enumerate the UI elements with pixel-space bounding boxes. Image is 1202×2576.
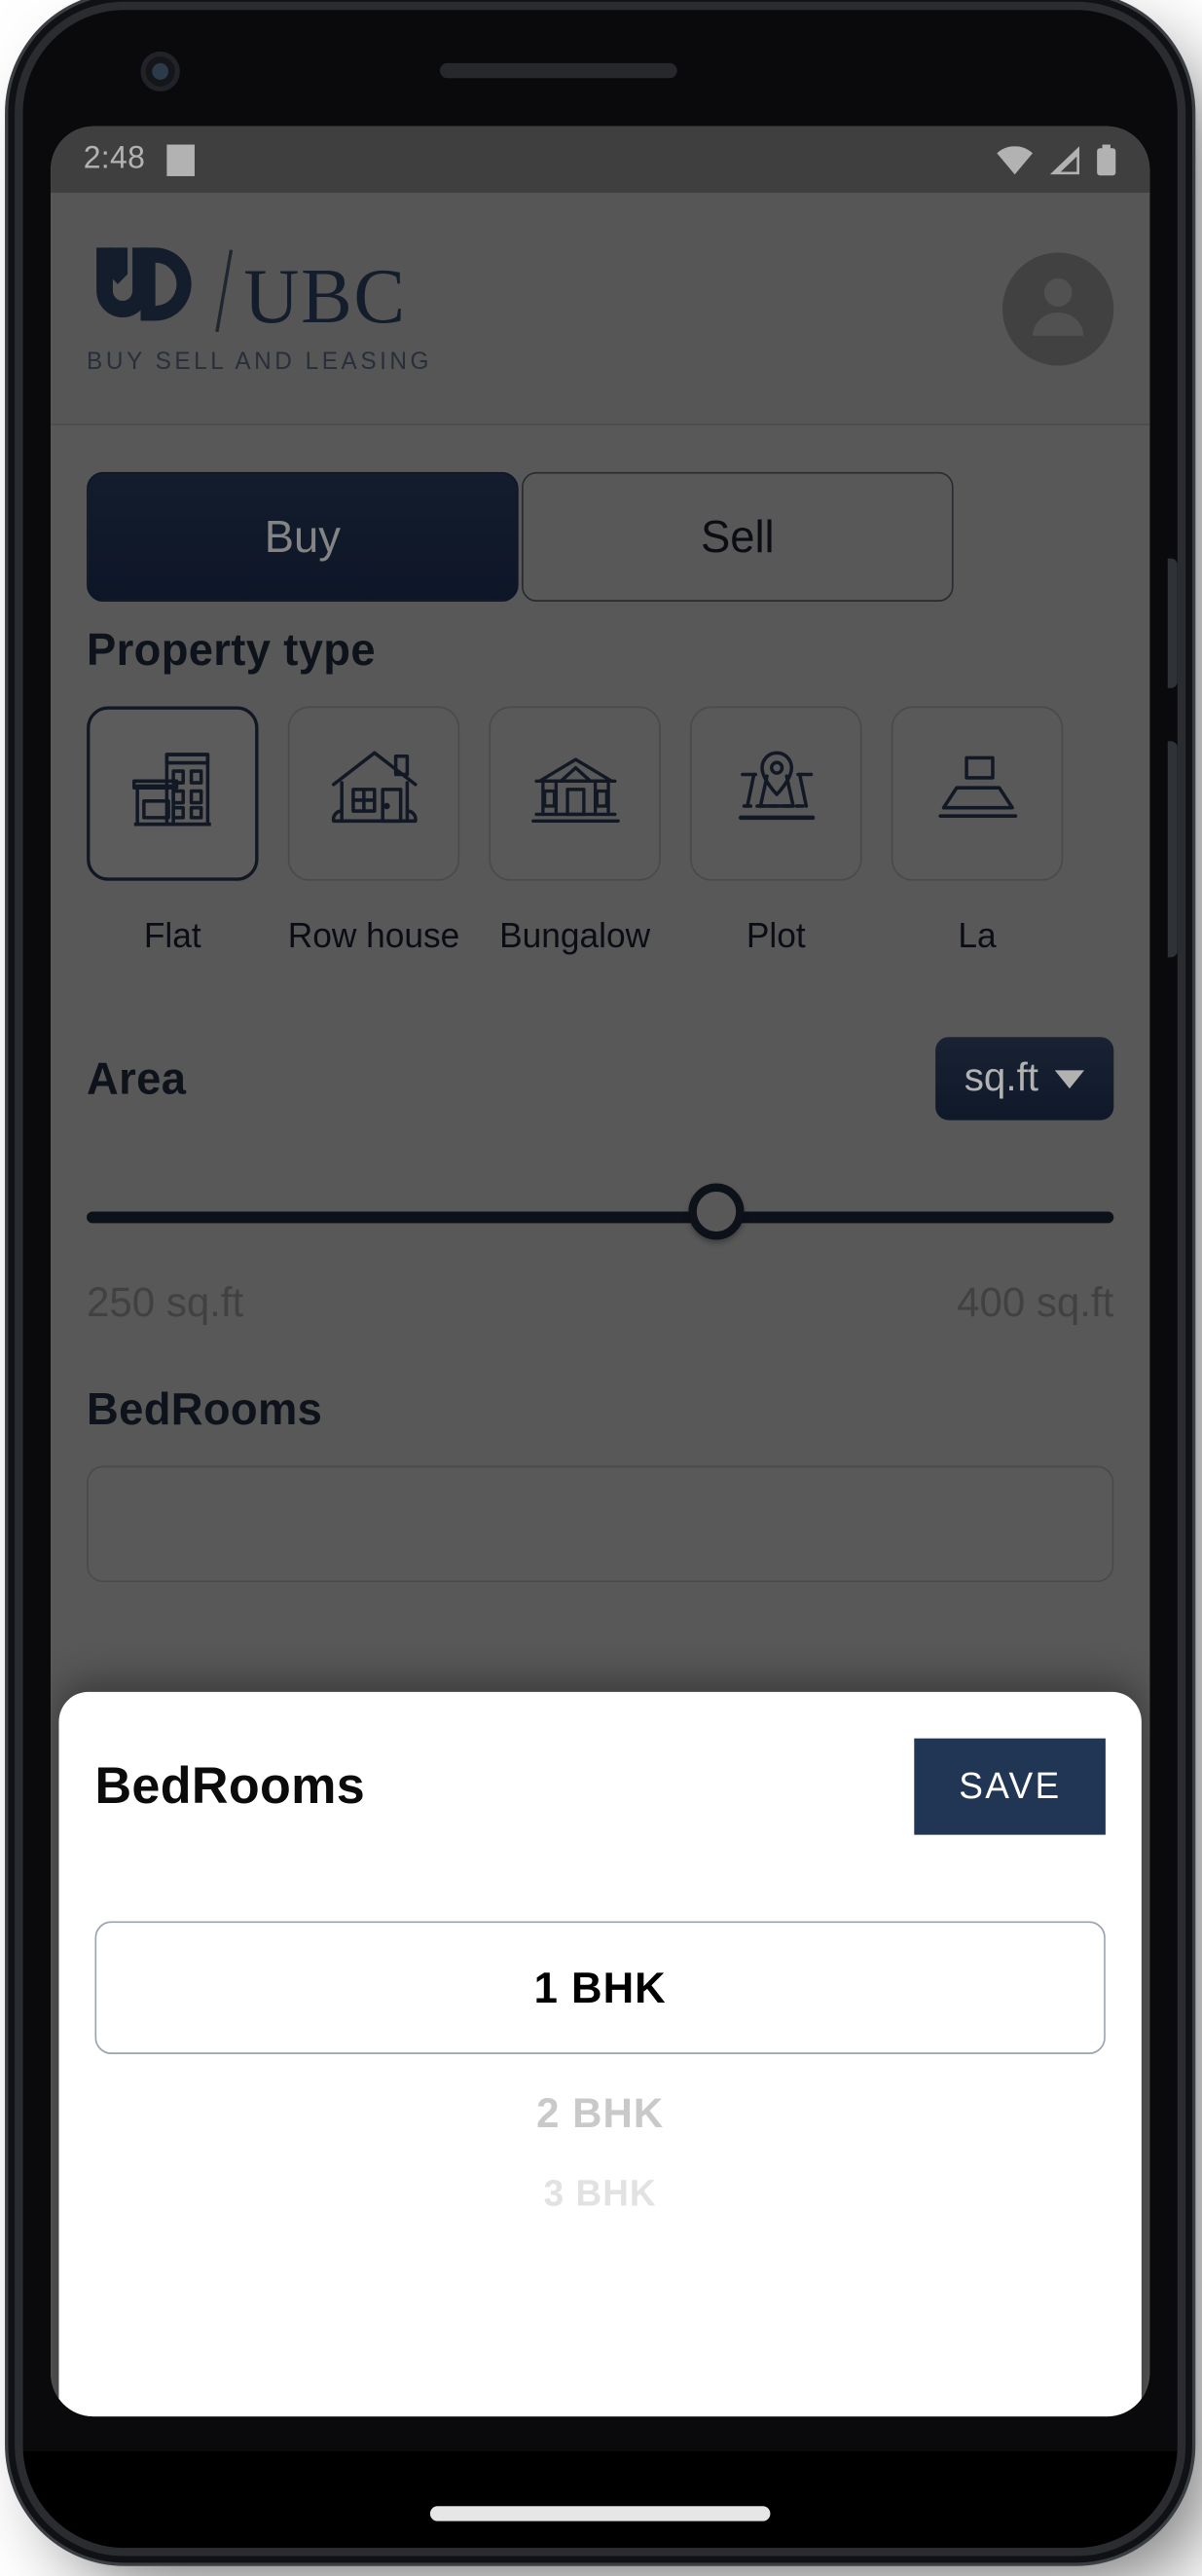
property-type-land-label: La: [958, 917, 997, 956]
land-icon: [927, 738, 1028, 849]
area-unit-dropdown[interactable]: sq.ft: [934, 1037, 1114, 1121]
property-type-bungalow[interactable]: Bungalow: [489, 706, 661, 958]
property-type-plot[interactable]: Plot: [690, 706, 862, 958]
status-icons-group: [996, 143, 1117, 175]
chevron-down-icon: [1054, 1069, 1085, 1088]
slider-track[interactable]: [87, 1211, 1114, 1224]
bedrooms-picker-wheel[interactable]: 1 BHK 2 BHK 3 BHK: [94, 1921, 1106, 2303]
bedrooms-bottom-sheet: BedRooms SAVE 1 BHK 2 BHK 3 BHK: [58, 1691, 1142, 2417]
property-type-land-box[interactable]: [891, 706, 1064, 881]
power-button[interactable]: [1167, 558, 1178, 688]
app-header: UBC BUY SELL AND LEASING: [51, 193, 1150, 426]
property-type-row-house-box[interactable]: [287, 706, 460, 881]
bedrooms-field[interactable]: [87, 1465, 1114, 1583]
area-max-value: 400 sq.ft: [957, 1279, 1114, 1327]
property-type-bungalow-box[interactable]: [489, 706, 661, 881]
bedrooms-title: BedRooms: [87, 1384, 323, 1435]
brand-divider: [215, 249, 234, 333]
device-scaler: 2:48 UBC BUY SELL AND LEASING Buy Sell P…: [0, 0, 1202, 2576]
house-with-chimney-icon: [323, 738, 424, 849]
status-time: 2:48: [83, 141, 146, 176]
status-bar: 2:48: [51, 126, 1150, 194]
brand-logo[interactable]: UBC BUY SELL AND LEASING: [87, 241, 432, 376]
property-type-flat-label: Flat: [143, 917, 201, 956]
front-camera-icon: [140, 51, 180, 92]
property-type-row-house-label: Row house: [287, 917, 460, 956]
map-pin-land-icon: [725, 738, 826, 849]
wifi-icon: [996, 145, 1034, 174]
area-range-slider[interactable]: [87, 1183, 1114, 1249]
property-type-flat[interactable]: Flat: [87, 706, 259, 958]
property-type-strip[interactable]: Flat Row house Bungalow Plot La: [87, 706, 1113, 958]
sheet-header: BedRooms SAVE: [94, 1692, 1106, 1835]
slider-handle-min[interactable]: [687, 1183, 744, 1240]
tab-buy[interactable]: Buy: [87, 471, 519, 602]
earpiece-speaker: [440, 62, 677, 79]
bungalow-porch-icon: [525, 738, 626, 849]
tab-sell[interactable]: Sell: [522, 471, 954, 602]
property-type-row-house[interactable]: Row house: [287, 706, 460, 958]
area-row: Area sq.ft: [87, 1037, 1114, 1121]
area-range-values: 250 sq.ft 400 sq.ft: [87, 1279, 1113, 1328]
person-avatar-icon: [1024, 270, 1093, 348]
area-min-value: 250 sq.ft: [87, 1279, 244, 1327]
brand-name: UBC: [243, 254, 407, 341]
save-button[interactable]: SAVE: [914, 1738, 1106, 1835]
volume-button[interactable]: [1167, 741, 1178, 958]
phone-device-frame: 2:48 UBC BUY SELL AND LEASING Buy Sell P…: [22, 10, 1178, 2548]
notification-square-icon: [166, 143, 195, 176]
property-type-land[interactable]: La: [891, 706, 1064, 958]
avatar[interactable]: [1002, 251, 1114, 365]
buy-sell-segment: Buy Sell: [87, 471, 1113, 602]
cell-signal-icon: [1048, 145, 1081, 174]
picker-option-1bhk[interactable]: 1 BHK: [94, 1921, 1106, 2054]
battery-icon: [1096, 143, 1117, 175]
brand-tagline: BUY SELL AND LEASING: [87, 349, 433, 376]
ud-monogram-icon: [87, 241, 214, 336]
property-type-flat-box[interactable]: [87, 706, 259, 881]
area-unit-label: sq.ft: [964, 1055, 1038, 1101]
property-type-plot-label: Plot: [746, 917, 806, 956]
system-nav-area: [22, 2450, 1178, 2548]
property-type-bungalow-label: Bungalow: [499, 917, 651, 956]
picker-option-2bhk[interactable]: 2 BHK: [94, 2091, 1105, 2140]
sheet-title: BedRooms: [94, 1756, 366, 1816]
apartment-building-icon: [122, 738, 223, 849]
property-type-title: Property type: [87, 624, 376, 676]
phone-screen: 2:48 UBC BUY SELL AND LEASING Buy Sell P…: [51, 126, 1150, 2417]
property-type-plot-box[interactable]: [690, 706, 862, 881]
home-indicator[interactable]: [429, 2506, 771, 2521]
area-title: Area: [87, 1052, 187, 1103]
picker-option-3bhk[interactable]: 3 BHK: [94, 2172, 1105, 2215]
